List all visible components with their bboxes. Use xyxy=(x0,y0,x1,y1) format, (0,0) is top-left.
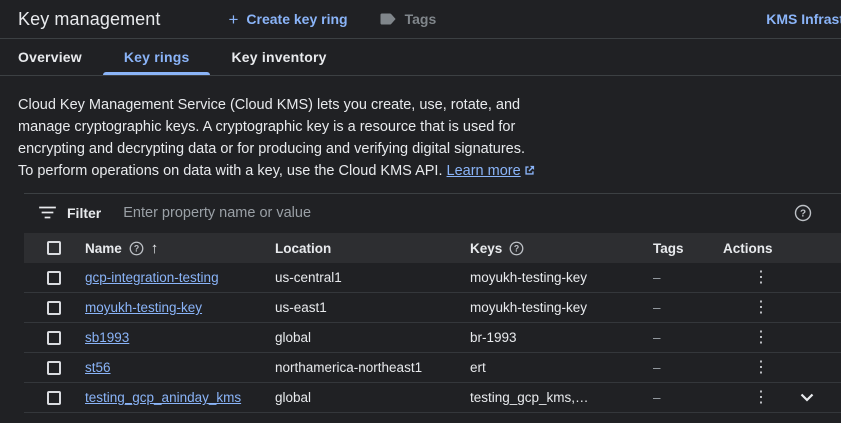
row-actions-kebab-icon[interactable]: ⋮ xyxy=(749,389,773,406)
table-header-row: Name ? ↑ Location Keys ? Tags Actions xyxy=(24,233,841,263)
select-all-checkbox[interactable] xyxy=(47,241,61,255)
row-location: global xyxy=(275,390,312,405)
row-actions-kebab-icon[interactable]: ⋮ xyxy=(749,299,773,316)
filter-bar: Filter ? xyxy=(24,194,841,231)
table-body: gcp-integration-testing us-central1 moyu… xyxy=(24,263,841,413)
table-row: sb1993 global br-1993 – ⋮ xyxy=(24,323,841,353)
tab-key-inventory[interactable]: Key inventory xyxy=(210,39,347,75)
learn-more-link[interactable]: Learn more xyxy=(447,163,535,179)
actions-column-label: Actions xyxy=(723,240,773,256)
name-column-label: Name xyxy=(85,240,122,256)
help-circle-icon: ? xyxy=(794,204,812,222)
column-header-location: Location xyxy=(275,241,470,256)
filter-help-button[interactable]: ? xyxy=(794,204,812,222)
row-name-cell: sb1993 xyxy=(85,330,275,345)
tag-label-icon xyxy=(380,13,397,25)
row-actions-kebab-icon[interactable]: ⋮ xyxy=(749,329,773,346)
row-expand-chevron-icon[interactable] xyxy=(800,393,814,402)
table-row: moyukh-testing-key us-east1 moyukh-testi… xyxy=(24,293,841,323)
tags-column-label: Tags xyxy=(653,240,684,256)
tab-key-rings[interactable]: Key rings xyxy=(102,39,211,75)
filter-label: Filter xyxy=(67,204,102,221)
column-header-name: Name ? ↑ xyxy=(85,240,275,257)
tab-overview[interactable]: Overview xyxy=(0,39,103,75)
tab-bar: Overview Key rings Key inventory xyxy=(0,39,841,76)
row-actions-cell: ⋮ xyxy=(723,353,841,382)
page-title: Key management xyxy=(18,8,161,29)
key-ring-link[interactable]: gcp-integration-testing xyxy=(85,270,219,285)
kms-infrastructure-link[interactable]: KMS Infrast xyxy=(766,11,841,27)
row-tags: – xyxy=(653,330,661,345)
row-keys: moyukh-testing-key xyxy=(470,270,588,285)
key-ring-link[interactable]: st56 xyxy=(85,360,111,375)
row-checkbox[interactable] xyxy=(47,360,61,375)
row-checkbox[interactable] xyxy=(47,270,61,285)
row-actions-cell: ⋮ xyxy=(723,263,841,292)
row-location: us-east1 xyxy=(275,300,327,315)
table-row: gcp-integration-testing us-central1 moyu… xyxy=(24,263,841,293)
tags-button-label: Tags xyxy=(404,11,437,27)
column-header-tags: Tags xyxy=(653,241,723,256)
external-link-icon xyxy=(524,161,535,183)
svg-text:?: ? xyxy=(514,243,519,253)
table-row: st56 northamerica-northeast1 ert – ⋮ xyxy=(24,353,841,383)
tags-button[interactable]: Tags xyxy=(380,11,437,27)
name-help-icon[interactable]: ? xyxy=(129,241,144,256)
filter-list-icon xyxy=(39,206,56,219)
row-tags: – xyxy=(653,390,661,405)
row-checkbox[interactable] xyxy=(47,390,61,405)
create-key-ring-button[interactable]: + Create key ring xyxy=(228,11,347,28)
row-name-cell: testing_gcp_aninday_kms xyxy=(85,390,275,405)
row-checkbox[interactable] xyxy=(47,330,61,345)
row-name-cell: st56 xyxy=(85,360,275,375)
keys-column-label: Keys xyxy=(470,240,503,256)
row-actions-cell: ⋮ xyxy=(723,293,841,322)
row-name-cell: moyukh-testing-key xyxy=(85,300,275,315)
column-header-actions: Actions xyxy=(723,241,841,256)
row-keys: moyukh-testing-key xyxy=(470,300,588,315)
learn-more-label: Learn more xyxy=(446,163,521,179)
location-column-label: Location xyxy=(275,240,332,256)
table-row: testing_gcp_aninday_kms global testing_g… xyxy=(24,383,841,413)
plus-icon: + xyxy=(228,9,239,29)
row-keys: testing_gcp_kms,… xyxy=(470,390,589,405)
row-actions-cell: ⋮ xyxy=(723,323,841,352)
row-location: northamerica-northeast1 xyxy=(275,360,423,375)
key-ring-link[interactable]: moyukh-testing-key xyxy=(85,300,202,315)
svg-text:?: ? xyxy=(800,208,806,219)
create-key-ring-label: Create key ring xyxy=(246,11,348,27)
key-ring-link[interactable]: testing_gcp_aninday_kms xyxy=(85,390,241,405)
row-tags: – xyxy=(653,270,661,285)
kms-description: Cloud Key Management Service (Cloud KMS)… xyxy=(18,94,538,183)
row-checkbox[interactable] xyxy=(47,300,61,315)
key-rings-table: Name ? ↑ Location Keys ? Tags Actions gc… xyxy=(24,233,841,413)
row-actions-kebab-icon[interactable]: ⋮ xyxy=(749,269,773,286)
row-actions-kebab-icon[interactable]: ⋮ xyxy=(749,359,773,376)
row-location: us-central1 xyxy=(275,270,342,285)
row-keys: ert xyxy=(470,360,486,375)
row-actions-cell: ⋮ xyxy=(723,383,841,412)
row-tags: – xyxy=(653,300,661,315)
row-name-cell: gcp-integration-testing xyxy=(85,270,275,285)
page-header: Key management + Create key ring Tags KM… xyxy=(0,0,841,39)
keys-help-icon[interactable]: ? xyxy=(509,241,524,256)
row-location: global xyxy=(275,330,312,345)
key-ring-link[interactable]: sb1993 xyxy=(85,330,129,345)
row-tags: – xyxy=(653,360,661,375)
row-keys: br-1993 xyxy=(470,330,517,345)
sort-ascending-icon[interactable]: ↑ xyxy=(151,240,159,257)
filter-input[interactable] xyxy=(123,204,794,221)
column-header-keys: Keys ? xyxy=(470,241,653,256)
svg-text:?: ? xyxy=(134,243,139,253)
